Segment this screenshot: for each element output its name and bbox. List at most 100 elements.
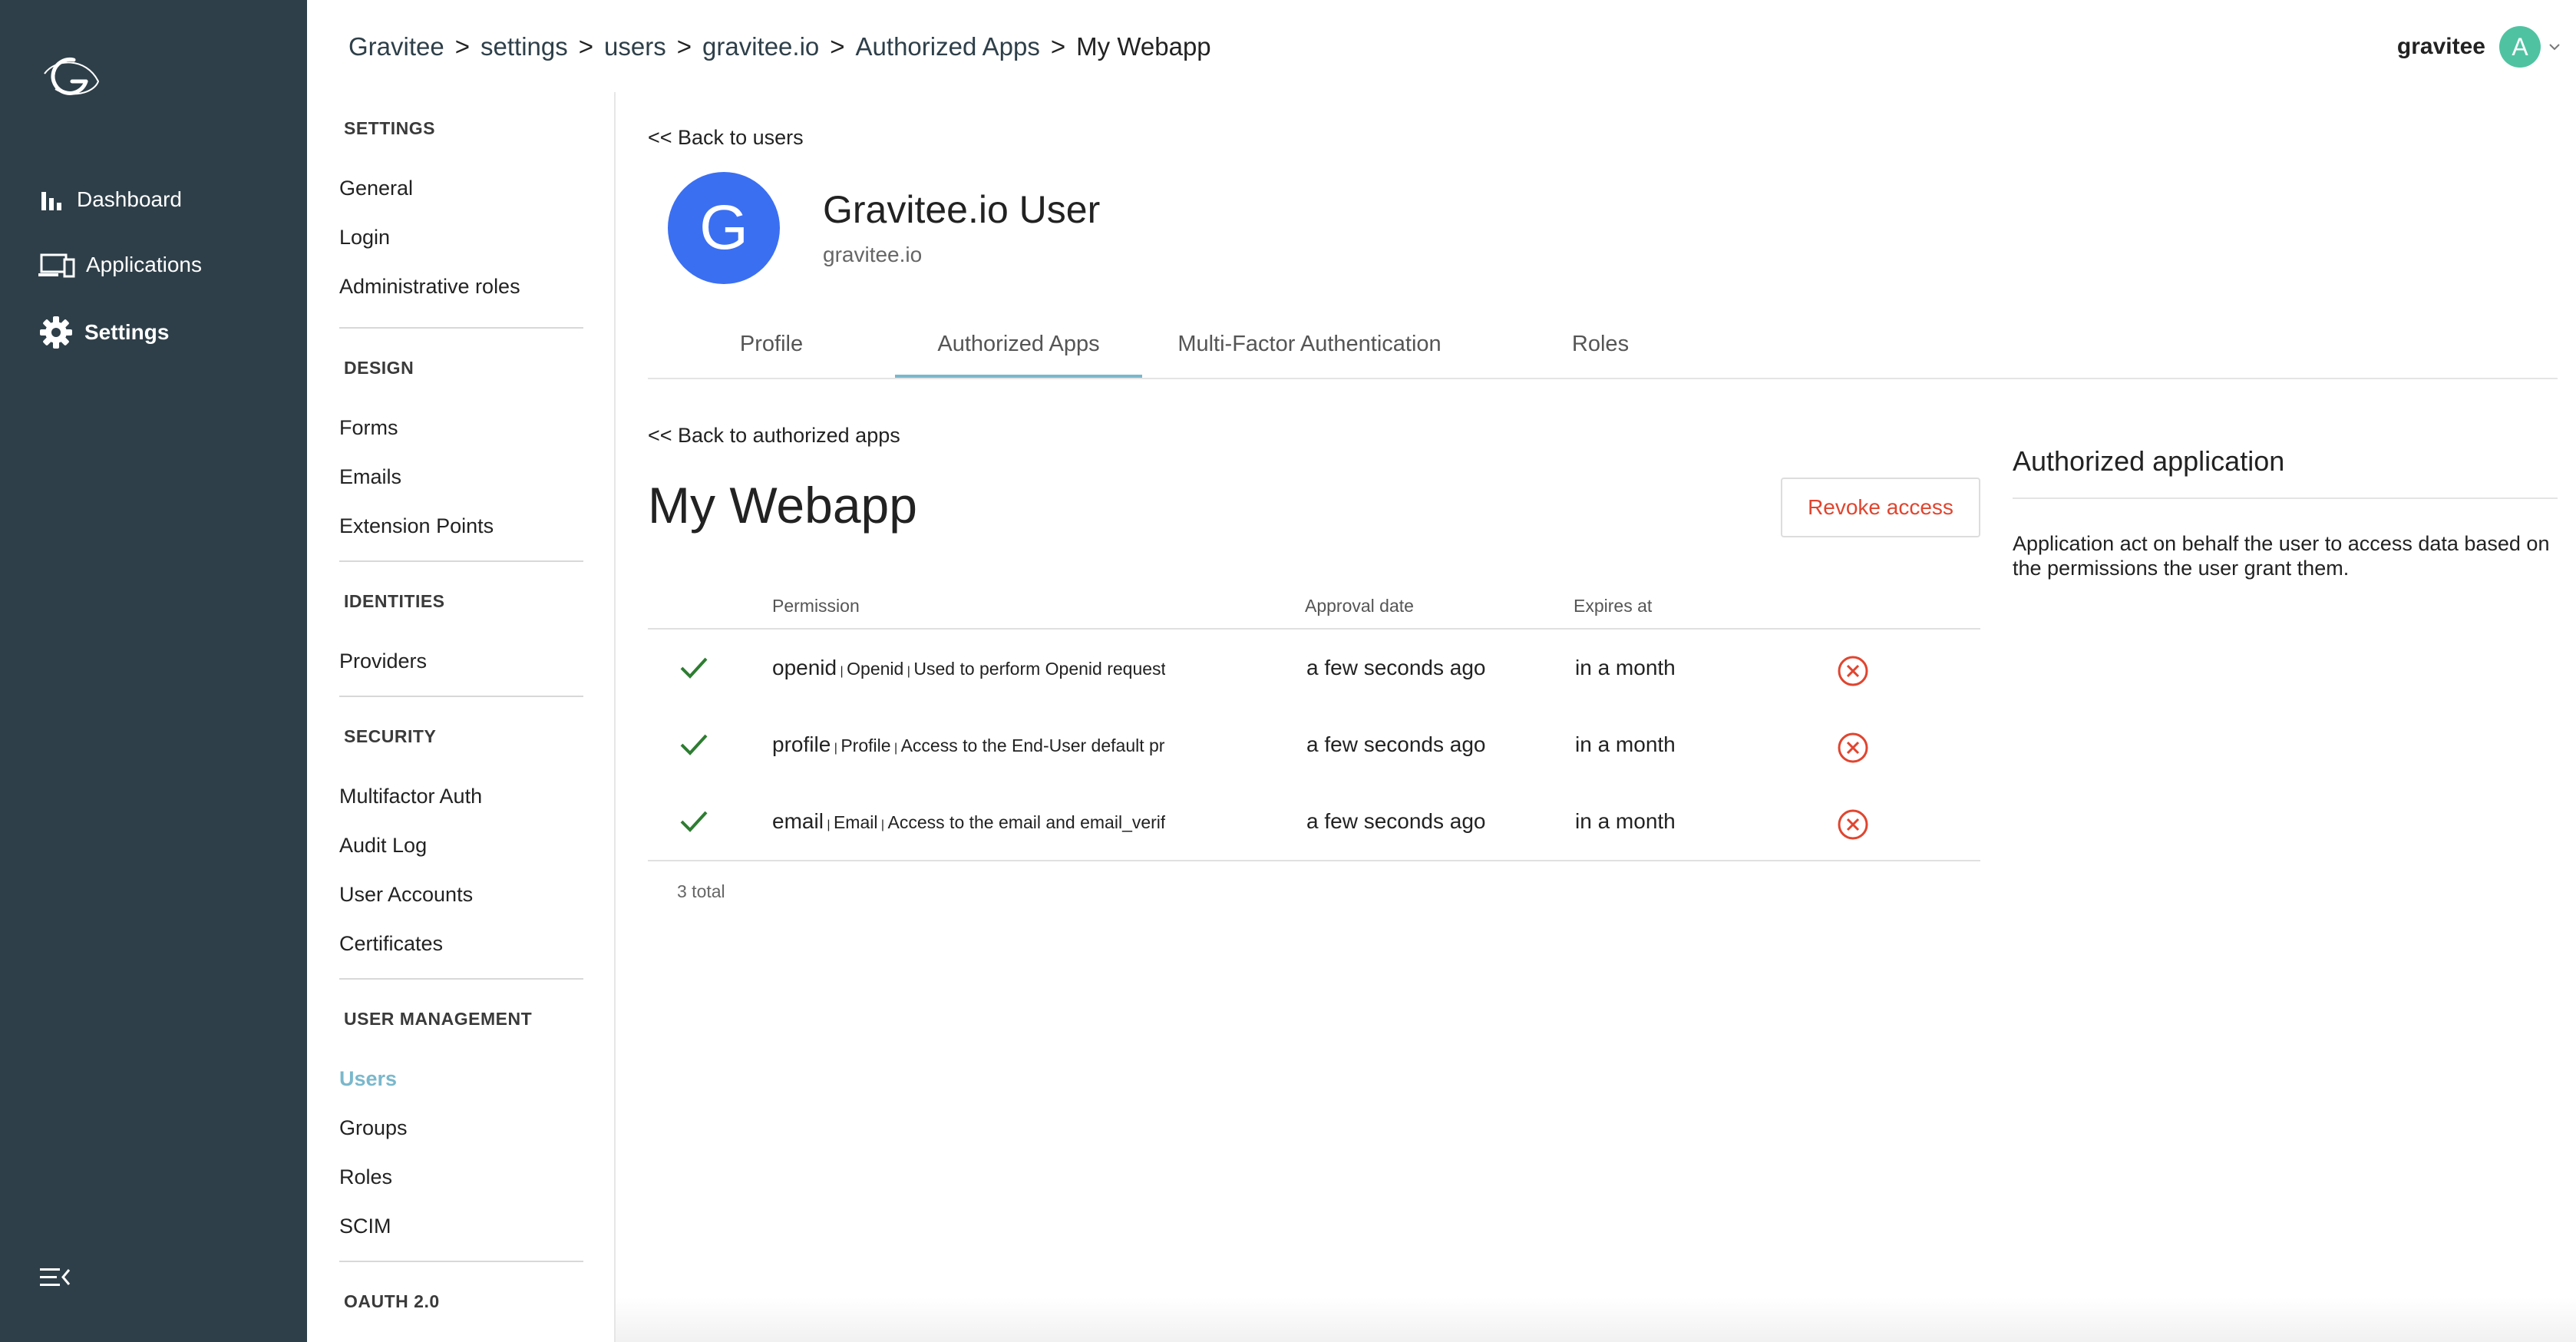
sidebar-item-roles[interactable]: Roles (339, 1165, 392, 1189)
permission-name: Openid (847, 659, 904, 679)
sidebar-section-title: USER MANAGEMENT (344, 1009, 533, 1029)
sidebar-item-scim[interactable]: SCIM (339, 1215, 391, 1238)
breadcrumb-separator: > (454, 32, 470, 61)
main-nav: Dashboard Applications Settings (0, 0, 307, 1342)
permission-name: Email (833, 812, 878, 832)
sidebar-item-users[interactable]: Users (339, 1067, 397, 1091)
breadcrumb: Gravitee > settings > users > gravitee.io > Auth… (348, 32, 1211, 61)
sidebar-section-title: OAUTH 2.0 (344, 1291, 440, 1311)
table-header: Permission Approval date Expires at (648, 585, 1980, 630)
revoke-permission-icon[interactable] (1836, 808, 1870, 841)
header-username: gravitee (2396, 34, 2485, 59)
devices-icon (38, 253, 75, 278)
check-icon (680, 734, 708, 755)
revoke-permission-icon[interactable] (1836, 731, 1870, 765)
user-domain: gravitee.io (823, 243, 923, 266)
nav-dashboard-label: Dashboard (77, 187, 182, 211)
gear-icon (40, 316, 72, 349)
nav-dashboard[interactable]: Dashboard (38, 187, 182, 212)
breadcrumb-settings[interactable]: settings (481, 32, 568, 61)
tab-profile[interactable]: Profile (648, 332, 895, 357)
nav-applications[interactable]: Applications (38, 252, 202, 278)
tab-authorized-apps[interactable]: Authorized Apps (895, 332, 1142, 357)
breadcrumb-domain[interactable]: gravitee.io (702, 32, 819, 61)
sidebar-item-forms[interactable]: Forms (339, 416, 398, 440)
revoke-access-button[interactable]: Revoke access (1781, 478, 1980, 537)
avatar[interactable]: A (2499, 26, 2541, 68)
breadcrumb-authorized-apps[interactable]: Authorized Apps (856, 32, 1040, 61)
info-panel-text: Application act on behalf the user to ac… (2013, 532, 2550, 580)
user-tabs: Profile Authorized Apps Multi-Factor Aut… (648, 322, 2558, 379)
collapse-menu-icon[interactable] (38, 1265, 72, 1290)
nav-settings[interactable]: Settings (38, 315, 169, 350)
permission-key: profile (772, 732, 831, 756)
sidebar-section-title: DESIGN (344, 358, 414, 378)
bar-chart-icon (41, 192, 61, 210)
sidebar-divider (339, 696, 583, 697)
sidebar-item-user-accounts[interactable]: User Accounts (339, 883, 473, 907)
back-to-authorized-apps-link[interactable]: << Back to authorized apps (648, 424, 900, 448)
page-bottom-shadow (616, 1297, 2576, 1342)
user-menu[interactable]: gravitee A (2397, 26, 2562, 68)
sidebar-item-groups[interactable]: Groups (339, 1116, 408, 1140)
table-footer: 3 total (648, 860, 1980, 906)
column-header-permission: Permission (772, 596, 860, 616)
permission-key: openid (772, 656, 837, 679)
table-total: 3 total (677, 881, 725, 901)
breadcrumb-separator: > (1050, 32, 1066, 61)
sidebar-divider (339, 327, 583, 329)
check-icon (680, 657, 708, 679)
page-title: My Webapp (648, 477, 917, 534)
sidebar-section-title: SETTINGS (344, 118, 436, 138)
sidebar-item-multifactor-auth[interactable]: Multifactor Auth (339, 785, 482, 808)
sidebar-item-certificates[interactable]: Certificates (339, 932, 443, 956)
back-to-users-link[interactable]: << Back to users (648, 126, 804, 150)
sidebar-item-extension-points[interactable]: Extension Points (339, 514, 494, 538)
sidebar-item-general[interactable]: General (339, 177, 413, 200)
expires-at: in a month (1575, 809, 1676, 833)
expires-at: in a month (1575, 732, 1676, 756)
permission-cell: openid | Openid | Used to perform Openid… (772, 656, 1165, 680)
column-header-approval-date: Approval date (1305, 596, 1414, 616)
tab-multi-factor-authentication[interactable]: Multi-Factor Authentication (1142, 332, 1477, 357)
nav-applications-label: Applications (86, 253, 202, 276)
chevron-down-icon[interactable] (2547, 39, 2562, 55)
breadcrumb-gravitee[interactable]: Gravitee (348, 32, 444, 61)
permission-description: Access to the End-User default profile C… (900, 735, 1165, 755)
permission-cell: email | Email | Access to the email and … (772, 809, 1165, 834)
breadcrumb-separator: > (830, 32, 845, 61)
table-row: email | Email | Access to the email and … (648, 783, 1980, 860)
tab-roles[interactable]: Roles (1477, 332, 1724, 357)
expires-at: in a month (1575, 656, 1676, 679)
user-avatar: G (668, 172, 780, 284)
check-icon (680, 811, 708, 832)
sidebar-item-providers[interactable]: Providers (339, 650, 427, 673)
sidebar-item-login[interactable]: Login (339, 226, 390, 250)
info-panel: Authorized application Application act o… (2013, 445, 2558, 580)
column-header-expires-at: Expires at (1574, 596, 1653, 616)
permission-name: Profile (841, 735, 891, 755)
approval-date: a few seconds ago (1306, 656, 1486, 679)
sidebar-section-title: IDENTITIES (344, 591, 445, 611)
permission-cell: profile | Profile | Access to the End-Us… (772, 732, 1165, 757)
breadcrumb-current: My Webapp (1076, 32, 1211, 61)
breadcrumb-separator: > (676, 32, 692, 61)
sidebar-section-title: SECURITY (344, 726, 437, 746)
sidebar-divider (339, 1261, 583, 1262)
user-display-name: Gravitee.io User (823, 188, 1101, 231)
active-tab-indicator (895, 375, 1142, 378)
gravitee-logo-icon[interactable] (40, 51, 101, 101)
breadcrumb-users[interactable]: users (604, 32, 666, 61)
revoke-permission-icon[interactable] (1836, 654, 1870, 688)
approval-date: a few seconds ago (1306, 809, 1486, 833)
info-panel-title: Authorized application (2013, 445, 2558, 499)
sidebar-divider (339, 560, 583, 562)
settings-sidebar: SETTINGS General Login Administrative ro… (307, 92, 616, 1342)
sidebar-item-audit-log[interactable]: Audit Log (339, 834, 427, 858)
sidebar-item-administrative-roles[interactable]: Administrative roles (339, 275, 520, 299)
sidebar-divider (339, 978, 583, 980)
permissions-table: Permission Approval date Expires at open… (648, 585, 1980, 906)
permission-description: Access to the email and email_verified C… (887, 812, 1165, 832)
sidebar-item-emails[interactable]: Emails (339, 465, 401, 489)
table-row: openid | Openid | Used to perform Openid… (648, 630, 1980, 706)
